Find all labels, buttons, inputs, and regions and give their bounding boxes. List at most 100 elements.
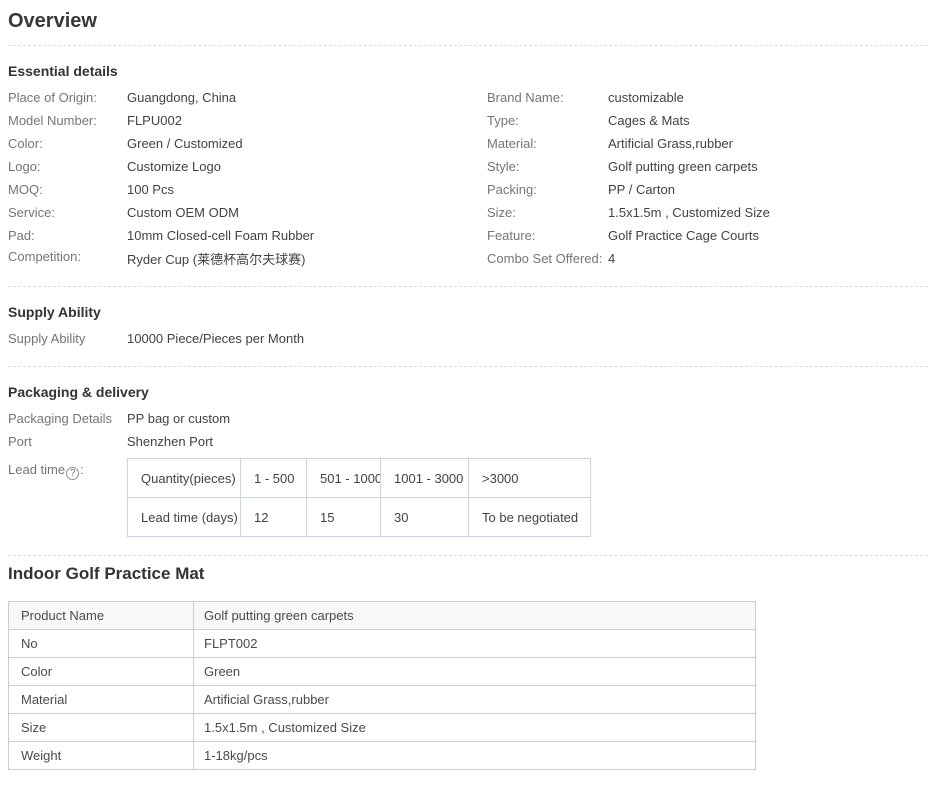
lead-table-cell: Quantity(pieces) [128,459,241,498]
detail-label: Color: [8,136,127,151]
lead-table-cell: >3000 [469,459,591,498]
detail-value: PP / Carton [608,182,675,197]
essential-details-section: Essential details Place of Origin: Guang… [8,63,928,270]
essential-details-heading: Essential details [8,63,928,80]
detail-pair: Service: Custom OEM ODM [8,205,487,220]
detail-label: Place of Origin: [8,90,127,105]
detail-value: Custom OEM ODM [127,205,239,220]
detail-row: Pad: 10mm Closed-cell Foam Rubber Featur… [8,224,928,247]
detail-pair: Feature: Golf Practice Cage Courts [487,228,928,243]
detail-pair: Color: Green / Customized [8,136,487,151]
detail-value: Cages & Mats [608,113,690,128]
product-section-title: Indoor Golf Practice Mat [8,564,928,584]
lead-table-cell: Lead time (days) [128,498,241,537]
detail-row: Color: Green / Customized Material: Arti… [8,132,928,155]
detail-label: Feature: [487,228,608,243]
supply-ability-section: Supply Ability Supply Ability 10000 Piec… [8,304,928,350]
spec-header-row: Product Name Golf putting green carpets [9,602,756,630]
lead-table-cell: 1001 - 3000 [381,459,469,498]
detail-label: Pad: [8,228,127,243]
packaging-delivery-heading: Packaging & delivery [8,384,928,401]
detail-value: customizable [608,90,684,105]
detail-label: Size: [487,205,608,220]
detail-value: Guangdong, China [127,90,236,105]
lead-time-table: Quantity(pieces) 1 - 500 501 - 1000 1001… [127,458,591,537]
lead-table-cell: To be negotiated [469,498,591,537]
packaging-details-label: Packaging Details [8,411,127,426]
detail-pair: Style: Golf putting green carpets [487,159,928,174]
packaging-details-value: PP bag or custom [127,411,230,426]
detail-value: Golf Practice Cage Courts [608,228,759,243]
detail-row: Logo: Customize Logo Style: Golf putting… [8,155,928,178]
section-divider [8,555,928,556]
spec-row: No FLPT002 [9,630,756,658]
detail-row: MOQ: 100 Pcs Packing: PP / Carton [8,178,928,201]
spec-row-value: Golf putting green carpets [194,602,756,630]
product-detail-page: Overview Essential details Place of Orig… [0,9,936,770]
detail-row: Competition: Ryder Cup (莱德杯高尔夫球赛) Combo … [8,247,928,270]
detail-label: Material: [487,136,608,151]
detail-value: 4 [608,251,615,266]
detail-row: Model Number: FLPU002 Type: Cages & Mats [8,109,928,132]
port-label: Port [8,434,127,449]
detail-row: Place of Origin: Guangdong, China Brand … [8,86,928,109]
spec-row-value: Artificial Grass,rubber [194,686,756,714]
port-row: Port Shenzhen Port [8,430,928,453]
detail-label: Model Number: [8,113,127,128]
detail-value: 100 Pcs [127,182,174,197]
detail-pair: Model Number: FLPU002 [8,113,487,128]
lead-table-cell: 501 - 1000 [307,459,381,498]
section-divider [8,286,928,287]
detail-pair: Packing: PP / Carton [487,182,928,197]
detail-pair: MOQ: 100 Pcs [8,182,487,197]
detail-value: FLPU002 [127,113,182,128]
product-spec-table: Product Name Golf putting green carpets … [8,601,756,770]
lead-table-cell: 30 [381,498,469,537]
spec-row-value: Green [194,658,756,686]
page-title: Overview [8,9,928,33]
detail-pair: Type: Cages & Mats [487,113,928,128]
detail-value: Customize Logo [127,159,221,174]
spec-row-label: Product Name [9,602,194,630]
detail-pair: Combo Set Offered: 4 [487,251,928,266]
supply-ability-row: Supply Ability 10000 Piece/Pieces per Mo… [8,327,928,350]
spec-row-label: Color [9,658,194,686]
spec-row-label: Material [9,686,194,714]
detail-row: Service: Custom OEM ODM Size: 1.5x1.5m ,… [8,201,928,224]
lead-table-cell: 1 - 500 [241,459,307,498]
port-value: Shenzhen Port [127,434,213,449]
detail-pair: Logo: Customize Logo [8,159,487,174]
section-divider [8,45,928,46]
detail-value: 1.5x1.5m , Customized Size [608,205,770,220]
essential-details-grid: Place of Origin: Guangdong, China Brand … [8,86,928,270]
lead-time-label-text: Lead time [8,462,65,477]
packaging-delivery-section: Packaging & delivery Packaging Details P… [8,384,928,537]
product-spec-section: Indoor Golf Practice Mat Product Name Go… [8,564,928,770]
detail-label: Service: [8,205,127,220]
lead-time-colon: : [80,462,84,477]
detail-pair: Brand Name: customizable [487,90,928,105]
detail-pair: Pad: 10mm Closed-cell Foam Rubber [8,228,487,243]
lead-time-row: Lead time?: Quantity(pieces) 1 - 500 501… [8,458,928,537]
packaging-details-row: Packaging Details PP bag or custom [8,407,928,430]
lead-time-quantity-row: Quantity(pieces) 1 - 500 501 - 1000 1001… [128,459,591,498]
detail-value: Ryder Cup (莱德杯高尔夫球赛) [127,249,305,268]
spec-row-label: No [9,630,194,658]
detail-label: Packing: [487,182,608,197]
spec-row-label: Weight [9,742,194,770]
detail-label: Combo Set Offered: [487,251,608,266]
detail-value: Artificial Grass,rubber [608,136,733,151]
lead-time-days-row: Lead time (days) 12 15 30 To be negotiat… [128,498,591,537]
supply-ability-value: 10000 Piece/Pieces per Month [127,331,304,346]
detail-value: 10mm Closed-cell Foam Rubber [127,228,314,243]
detail-label: Style: [487,159,608,174]
supply-ability-label: Supply Ability [8,331,127,346]
help-question-icon[interactable]: ? [66,467,79,480]
detail-pair: Competition: Ryder Cup (莱德杯高尔夫球赛) [8,249,487,268]
detail-label: Brand Name: [487,90,608,105]
lead-table-cell: 15 [307,498,381,537]
detail-value: Green / Customized [127,136,243,151]
spec-row: Size 1.5x1.5m , Customized Size [9,714,756,742]
detail-label: MOQ: [8,182,127,197]
spec-row-label: Size [9,714,194,742]
